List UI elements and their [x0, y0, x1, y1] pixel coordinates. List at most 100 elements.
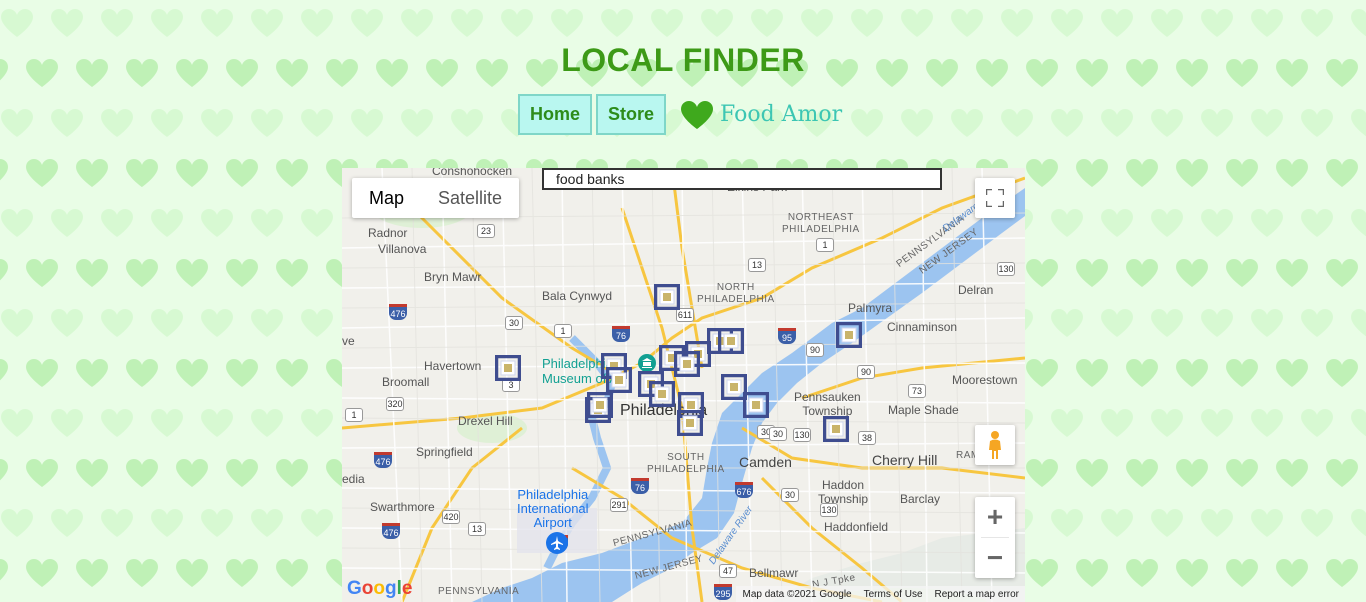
background-heart: [1026, 259, 1058, 287]
food-bank-marker[interactable]: [823, 416, 849, 442]
google-logo-letter: o: [361, 578, 374, 599]
route-shield: 420: [442, 510, 460, 524]
report-map-error-link[interactable]: Report a map error: [929, 589, 1025, 600]
background-heart: [126, 259, 158, 287]
route-shield: 30: [781, 488, 799, 502]
food-bank-marker[interactable]: [654, 284, 680, 310]
background-heart: [551, 9, 583, 37]
museum-icon: [638, 354, 656, 372]
map-type-map-button[interactable]: Map: [352, 178, 421, 218]
food-bank-marker[interactable]: [718, 328, 744, 354]
zoom-out-button[interactable]: −: [975, 538, 1015, 578]
map-label-bellmawr: Bellmawr: [749, 566, 799, 580]
background-heart: [1201, 9, 1233, 37]
background-heart: [151, 509, 183, 537]
background-heart: [76, 359, 108, 387]
background-heart: [76, 559, 108, 587]
interstate-shield: 295: [714, 584, 732, 600]
background-heart: [1051, 509, 1083, 537]
terms-of-use-link[interactable]: Terms of Use: [858, 589, 929, 600]
map-label-bryn-mawr: Bryn Mawr: [424, 270, 482, 284]
street-view-pegman[interactable]: [975, 425, 1015, 465]
search-input[interactable]: [542, 168, 942, 190]
food-amor-logo[interactable]: Food Amor: [680, 100, 842, 130]
food-bank-marker[interactable]: [495, 355, 521, 381]
background-heart: [1276, 159, 1308, 187]
background-heart: [1351, 309, 1366, 337]
background-heart: [276, 359, 308, 387]
background-heart: [126, 459, 158, 487]
map-view[interactable]: Conshohocken Elkins Park NORTHEAST PHILA…: [342, 168, 1025, 602]
background-heart: [226, 459, 258, 487]
background-heart: [251, 509, 283, 537]
background-heart: [851, 109, 883, 137]
route-shield: 1: [554, 324, 572, 338]
background-heart: [1326, 459, 1358, 487]
background-heart: [276, 459, 308, 487]
background-heart: [226, 259, 258, 287]
google-logo[interactable]: Google: [347, 578, 412, 600]
background-heart: [1101, 309, 1133, 337]
map-label-haddonfield: Haddonfield: [824, 520, 889, 534]
background-heart: [1151, 9, 1183, 37]
zoom-in-button[interactable]: +: [975, 497, 1015, 537]
route-shield: 47: [719, 564, 737, 578]
background-heart: [1026, 159, 1058, 187]
home-button[interactable]: Home: [518, 94, 593, 135]
route-shield: 90: [806, 343, 824, 357]
heart-logo-icon: [681, 100, 714, 129]
food-bank-marker[interactable]: [674, 351, 700, 377]
background-heart: [226, 559, 258, 587]
background-heart: [1251, 309, 1283, 337]
background-heart: [851, 9, 883, 37]
background-heart: [1176, 559, 1208, 587]
food-bank-marker[interactable]: [606, 367, 632, 393]
background-heart: [1076, 259, 1108, 287]
background-heart: [301, 209, 333, 237]
background-heart: [1351, 209, 1366, 237]
food-bank-marker[interactable]: [649, 381, 675, 407]
background-heart: [1276, 259, 1308, 287]
map-type-satellite-button[interactable]: Satellite: [421, 178, 519, 218]
map-label-south-philadelphia: SOUTH PHILADELPHIA: [647, 452, 725, 475]
interstate-shield: 76: [631, 478, 649, 494]
background-heart: [251, 9, 283, 37]
route-shield: 90: [857, 365, 875, 379]
background-heart: [76, 159, 108, 187]
background-heart: [1201, 309, 1233, 337]
background-heart: [1301, 9, 1333, 37]
background-heart: [1201, 509, 1233, 537]
fullscreen-button[interactable]: [975, 178, 1015, 218]
food-bank-marker[interactable]: [836, 322, 862, 348]
background-heart: [1351, 109, 1366, 137]
background-heart: [901, 9, 933, 37]
background-heart: [1151, 109, 1183, 137]
background-heart: [126, 359, 158, 387]
background-heart: [1126, 159, 1158, 187]
background-heart: [1251, 9, 1283, 37]
food-bank-marker[interactable]: [587, 392, 613, 418]
map-label-villanova: Villanova: [378, 242, 427, 256]
background-heart: [0, 259, 8, 281]
background-heart: [251, 209, 283, 237]
background-heart: [1101, 409, 1133, 437]
food-bank-marker[interactable]: [743, 392, 769, 418]
background-heart: [26, 459, 58, 487]
map-label-havertown: Havertown: [424, 359, 482, 373]
store-button[interactable]: Store: [596, 94, 667, 135]
background-heart: [751, 9, 783, 37]
map-label-ve: ve: [342, 334, 355, 348]
interstate-shield: 476: [389, 304, 407, 320]
food-bank-marker[interactable]: [677, 410, 703, 436]
background-heart: [1126, 359, 1158, 387]
background-heart: [301, 409, 333, 437]
zoom-control: + −: [975, 497, 1015, 578]
background-heart: [0, 359, 8, 381]
background-heart: [1001, 109, 1033, 137]
background-heart: [1326, 359, 1358, 387]
background-heart: [0, 459, 8, 481]
background-heart: [1251, 109, 1283, 137]
background-heart: [76, 259, 108, 287]
background-heart: [1001, 9, 1033, 37]
background-heart: [951, 109, 983, 137]
